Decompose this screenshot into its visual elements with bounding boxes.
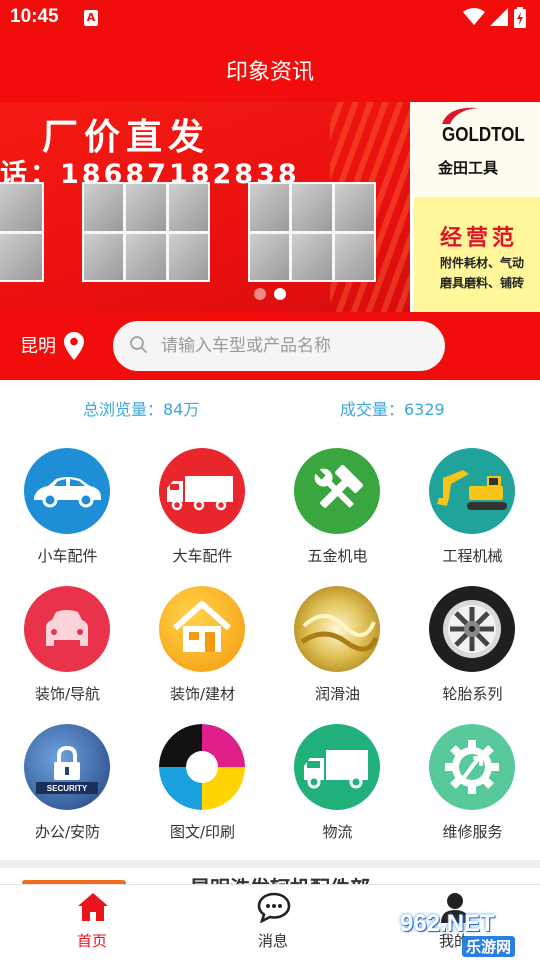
banner-product-photos-left (0, 182, 44, 282)
app-header: 印象资讯 (0, 36, 540, 102)
oil-icon (294, 586, 380, 672)
category-label: 办公/安防 (34, 823, 101, 841)
svg-text:SECURITY: SECURITY (47, 784, 88, 793)
status-time: 10:45 (10, 6, 59, 27)
category-label: 装饰/建材 (169, 685, 236, 703)
watermark-site-name: 乐游网 (462, 936, 516, 957)
site-watermark: 962.NET 乐游网 (400, 910, 540, 960)
category-label: 物流 (322, 823, 353, 841)
city-selector[interactable]: 昆明 (20, 332, 56, 358)
category-truck-parts[interactable]: 大车配件 (135, 440, 270, 578)
location-pin-icon[interactable] (64, 332, 84, 360)
category-office-security[interactable]: SECURITY 办公/安防 (0, 716, 135, 854)
excavator-icon (429, 448, 515, 534)
tab-home[interactable]: 首页 (32, 885, 152, 961)
banner-dot-2[interactable] (274, 288, 286, 300)
security-lock-icon: SECURITY (24, 724, 110, 810)
category-decoration-navigation[interactable]: 装饰/导航 (0, 578, 135, 716)
house-icon (159, 586, 245, 672)
search-icon (130, 336, 147, 353)
category-label: 维修服务 (442, 823, 503, 841)
category-decoration-building-materials[interactable]: 装饰/建材 (135, 578, 270, 716)
banner-brand-panel: GOLDTOL 金田工具 经营范 附件耗材、气动 磨具磨料、铺砖 (410, 102, 540, 312)
stats-row: 总浏览量：84万 成交量：6329 (0, 380, 540, 432)
brand-name: GOLDTOL (442, 124, 525, 146)
home-icon (78, 893, 108, 921)
category-label: 轮胎系列 (442, 685, 503, 703)
banner-pagination (0, 285, 540, 304)
tab-messages[interactable]: 消息 (213, 885, 333, 961)
brand-swoosh-icon (442, 107, 478, 124)
status-bar: 10:45 A (0, 0, 540, 36)
section-divider (0, 860, 540, 868)
category-label: 小车配件 (37, 547, 98, 565)
category-logistics[interactable]: 物流 (270, 716, 405, 854)
notification-icon: A (84, 10, 98, 26)
category-repair-service[interactable]: 维修服务 (405, 716, 540, 854)
car-icon (24, 448, 110, 534)
banner-product-photos-middle (82, 182, 210, 282)
category-label: 润滑油 (314, 685, 360, 703)
banner-product-photos-right (248, 182, 376, 282)
category-label: 五金机电 (307, 547, 368, 565)
tab-messages-label: 消息 (257, 932, 288, 950)
delivery-truck-icon (294, 724, 380, 810)
banner-dot-1[interactable] (254, 288, 266, 300)
search-bar: 昆明 (0, 312, 540, 380)
category-engineering-machinery[interactable]: 工程机械 (405, 440, 540, 578)
truck-icon (159, 448, 245, 534)
category-small-car-parts[interactable]: 小车配件 (0, 440, 135, 578)
page-title: 印象资讯 (225, 60, 314, 85)
wifi-icon (463, 8, 485, 25)
category-label: 大车配件 (172, 547, 233, 565)
category-lubricant[interactable]: 润滑油 (270, 578, 405, 716)
chat-icon (257, 892, 291, 923)
deals-stat: 成交量：6329 (340, 400, 445, 419)
tire-icon (429, 586, 515, 672)
tab-home-label: 首页 (76, 932, 107, 950)
brand-name-cn: 金田工具 (438, 159, 499, 177)
search-box[interactable] (113, 321, 445, 371)
search-input[interactable] (161, 332, 431, 360)
promo-banner[interactable]: 厂价直发 话：18687182838 GOLDTOL 金田工具 经营范 附件耗材… (0, 102, 540, 312)
category-tire-series[interactable]: 轮胎系列 (405, 578, 540, 716)
repair-gear-icon (429, 724, 515, 810)
category-label: 工程机械 (442, 547, 503, 565)
tools-icon (294, 448, 380, 534)
category-label: 装饰/导航 (34, 685, 101, 703)
signal-icon (490, 8, 508, 26)
car-seat-icon (24, 586, 110, 672)
category-label: 图文/印刷 (169, 823, 236, 841)
category-graphics-printing[interactable]: 图文/印刷 (135, 716, 270, 854)
total-views-stat: 总浏览量：84万 (83, 400, 200, 419)
watermark-domain: 962.NET (400, 910, 495, 937)
business-scope-title: 经营范 (440, 225, 519, 251)
business-scope-line-1: 附件耗材、气动 (440, 256, 525, 270)
battery-icon (514, 7, 526, 28)
category-hardware-electric[interactable]: 五金机电 (270, 440, 405, 578)
print-colors-icon (159, 724, 245, 810)
